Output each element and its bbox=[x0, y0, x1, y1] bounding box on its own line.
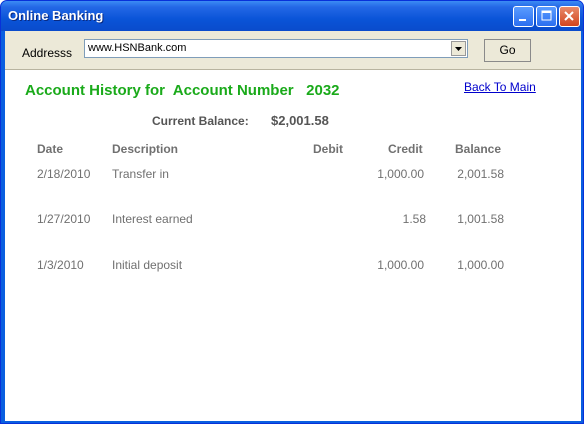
row-credit: 1,000.00 bbox=[377, 258, 424, 272]
row-date: 2/18/2010 bbox=[37, 167, 91, 181]
page-content: Account History for Account Number 2032 … bbox=[5, 70, 581, 421]
maximize-icon bbox=[541, 10, 552, 21]
close-icon bbox=[564, 11, 574, 21]
address-value[interactable]: www.HSNBank.com bbox=[88, 42, 186, 54]
back-to-main-link[interactable]: Back To Main bbox=[464, 80, 536, 94]
column-header-debit: Debit bbox=[313, 142, 343, 156]
minimize-icon bbox=[519, 19, 526, 21]
browser-window: Online Banking Addresss www.HSNBank.com … bbox=[0, 0, 584, 424]
row-description: Interest earned bbox=[112, 212, 193, 226]
address-label: Addresss bbox=[22, 46, 73, 60]
column-header-description: Description bbox=[112, 142, 179, 156]
title-bar[interactable]: Online Banking bbox=[1, 1, 583, 31]
minimize-button[interactable] bbox=[513, 6, 534, 27]
row-balance: 1,001.58 bbox=[457, 212, 504, 226]
address-field[interactable]: www.HSNBank.com bbox=[84, 39, 468, 58]
column-header-credit: Credit bbox=[388, 142, 423, 156]
row-date: 1/3/2010 bbox=[37, 258, 84, 272]
close-button[interactable] bbox=[559, 6, 580, 27]
column-header-date: Date bbox=[37, 142, 64, 156]
row-balance: 1,000.00 bbox=[457, 258, 504, 272]
go-button[interactable]: Go bbox=[484, 39, 531, 62]
row-credit: 1,000.00 bbox=[377, 167, 424, 181]
row-date: 1/27/2010 bbox=[37, 212, 91, 226]
row-balance: 2,001.58 bbox=[457, 167, 504, 181]
row-description: Transfer in bbox=[112, 167, 169, 181]
chevron-down-icon bbox=[455, 47, 462, 51]
row-credit: 1.58 bbox=[402, 212, 426, 226]
page-title: Account History for Account Number 2032 bbox=[25, 82, 340, 99]
address-dropdown-button[interactable] bbox=[451, 41, 466, 56]
current-balance-label: Current Balance: bbox=[152, 114, 249, 128]
address-toolbar: Addresss www.HSNBank.com Go bbox=[5, 31, 581, 70]
maximize-button[interactable] bbox=[536, 6, 557, 27]
column-header-balance: Balance bbox=[455, 142, 502, 156]
current-balance-value: $2,001.58 bbox=[271, 113, 329, 128]
row-description: Initial deposit bbox=[112, 258, 183, 272]
window-title: Online Banking bbox=[8, 8, 104, 23]
